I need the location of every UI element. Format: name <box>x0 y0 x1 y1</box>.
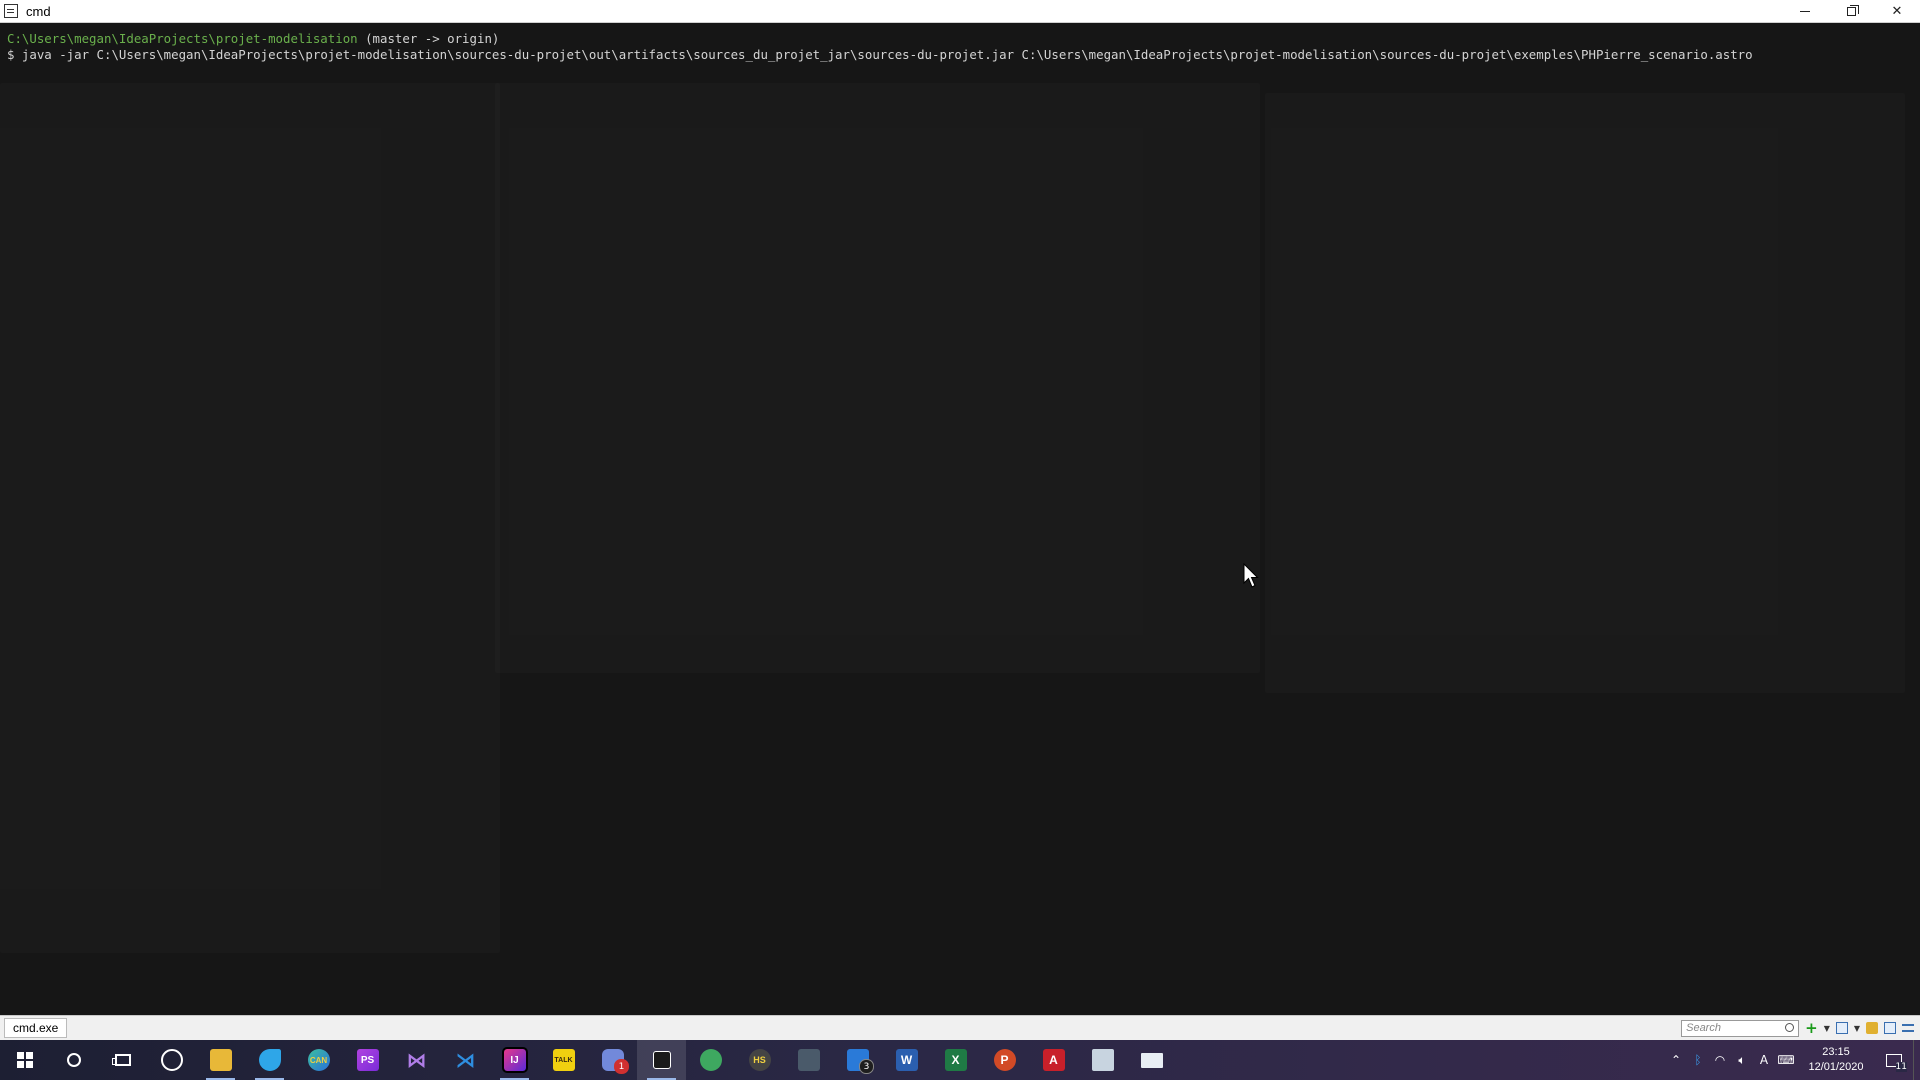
close-icon: ✕ <box>1891 3 1903 19</box>
system-tray: ⌃ ᛒ ◠ 🔈︎ A ⌨︎ 23:15 12/01/2020 11 <box>1665 1040 1920 1080</box>
search-icon <box>1785 1022 1795 1032</box>
chevron-down-icon[interactable]: ▼ <box>1824 1024 1830 1033</box>
taskbar-app-bird[interactable] <box>245 1040 294 1080</box>
prompt-path: C:\Users\megan\IdeaProjects\projet-model… <box>7 31 358 46</box>
bluetooth-icon[interactable]: ᛒ <box>1687 1040 1709 1080</box>
new-console-icon[interactable]: + <box>1805 1021 1818 1036</box>
clock-date: 12/01/2020 <box>1808 1061 1864 1073</box>
background-ghost-panel <box>1265 93 1905 693</box>
intellij-icon: IJ <box>501 1047 528 1073</box>
documents-badge: 3 <box>859 1059 874 1074</box>
menu-list-icon[interactable] <box>1902 1024 1914 1032</box>
powerpoint-icon: P <box>993 1049 1016 1071</box>
taskbar-cmd[interactable] <box>637 1040 686 1080</box>
tray-overflow-chevron-up-icon[interactable]: ⌃ <box>1665 1040 1687 1080</box>
taskbar-kakaotalk[interactable]: TALK <box>539 1040 588 1080</box>
taskbar-app-1[interactable] <box>147 1040 196 1080</box>
taskbar-network-app[interactable] <box>784 1040 833 1080</box>
terminal-icon <box>652 1051 671 1069</box>
taskbar-clock[interactable]: 23:15 12/01/2020 <box>1797 1045 1875 1075</box>
taskbar-phpstorm[interactable]: PS <box>343 1040 392 1080</box>
windows-logo-icon <box>16 1052 33 1068</box>
windows-taskbar: CAN PS ⋈ ⋊ IJ TALK 1 HS 3 W X P A ⌃ ᛒ ◠ … <box>0 1040 1920 1080</box>
action-center-button[interactable]: 11 <box>1875 1040 1913 1080</box>
volume-icon[interactable]: 🔈︎ <box>1731 1040 1753 1080</box>
restore-icon <box>1846 4 1859 16</box>
mouse-pointer-icon <box>1243 563 1259 588</box>
taskbar-window-app[interactable] <box>1078 1040 1127 1080</box>
folder-icon <box>209 1049 232 1071</box>
network-wifi-icon[interactable]: ◠ <box>1709 1040 1731 1080</box>
window-title: cmd <box>26 3 51 19</box>
minimize-button[interactable] <box>1782 0 1828 23</box>
chevron-down-icon[interactable]: ▼ <box>1854 1024 1860 1033</box>
taskbar-discord[interactable]: 1 <box>588 1040 637 1080</box>
search-placeholder: Search <box>1686 1022 1721 1034</box>
discord-badge: 1 <box>614 1059 629 1074</box>
background-ghost-panel <box>0 83 500 953</box>
keyboard-layout-icon[interactable]: ⌨︎ <box>1775 1040 1797 1080</box>
taskbar-monitor[interactable] <box>1127 1040 1176 1080</box>
taskbar-acrobat[interactable]: A <box>1029 1040 1078 1080</box>
visual-studio-icon: ⋈ <box>406 1048 427 1072</box>
taskbar-edge-canary[interactable]: CAN <box>294 1040 343 1080</box>
start-button[interactable] <box>0 1040 49 1080</box>
close-button[interactable]: ✕ <box>1874 0 1920 23</box>
taskbar-excel[interactable]: X <box>931 1040 980 1080</box>
bird-icon <box>258 1049 281 1071</box>
task-view-button[interactable] <box>98 1040 147 1080</box>
command-line: java -jar C:\Users\megan\IdeaProjects\pr… <box>21 47 1753 62</box>
task-view-icon <box>111 1054 131 1066</box>
minimize-icon <box>1800 10 1810 12</box>
hs-icon: HS <box>748 1049 771 1071</box>
taskbar-hs-app[interactable]: HS <box>735 1040 784 1080</box>
search-icon <box>66 1053 81 1067</box>
android-studio-icon <box>699 1049 722 1071</box>
terminal-output[interactable]: C:\Users\megan\IdeaProjects\projet-model… <box>0 23 1920 1015</box>
clock-time: 23:15 <box>1822 1046 1850 1058</box>
phpstorm-icon: PS <box>356 1049 379 1071</box>
statusbar-tools: Search + ▼ ▼ <box>1681 1019 1914 1037</box>
input-indicator[interactable]: A <box>1753 1040 1775 1080</box>
console-tab-cmd[interactable]: cmd.exe <box>4 1018 68 1038</box>
word-icon: W <box>895 1049 918 1071</box>
taskbar-file-explorer[interactable] <box>196 1040 245 1080</box>
taskbar-search-button[interactable] <box>49 1040 98 1080</box>
monitor-icon <box>1140 1052 1163 1068</box>
taskbar-intellij[interactable]: IJ <box>490 1040 539 1080</box>
notification-count: 11 <box>1895 1062 1907 1072</box>
taskbar-word[interactable]: W <box>882 1040 931 1080</box>
browser-swirl-icon <box>160 1049 183 1071</box>
taskbar-visual-studio[interactable]: ⋈ <box>392 1040 441 1080</box>
search-input[interactable]: Search <box>1681 1019 1800 1037</box>
background-ghost-panel <box>495 83 1260 673</box>
taskbar-powerpoint[interactable]: P <box>980 1040 1029 1080</box>
lock-icon[interactable] <box>1866 1022 1878 1034</box>
window-app-icon <box>1091 1049 1114 1071</box>
acrobat-icon: A <box>1042 1049 1065 1071</box>
show-desktop-button[interactable] <box>1913 1040 1920 1080</box>
taskbar-vscode[interactable]: ⋊ <box>441 1040 490 1080</box>
cmd-app-icon[interactable] <box>4 4 18 18</box>
window-titlebar[interactable]: cmd ✕ <box>0 0 1920 23</box>
taskbar-android-studio[interactable] <box>686 1040 735 1080</box>
terminal-text: C:\Users\megan\IdeaProjects\projet-model… <box>7 31 1920 63</box>
console-statusbar: cmd.exe Search + ▼ ▼ <box>0 1015 1920 1040</box>
edge-canary-icon: CAN <box>307 1049 330 1071</box>
prompt-branch: (master -> origin) <box>357 31 500 46</box>
vscode-icon: ⋊ <box>455 1048 476 1072</box>
excel-icon: X <box>944 1049 967 1071</box>
window-controls: ✕ <box>1782 0 1920 23</box>
network-app-icon <box>797 1049 820 1071</box>
restore-button[interactable] <box>1828 0 1874 23</box>
prompt-symbol: $ <box>7 47 22 62</box>
taskbar-documents[interactable]: 3 <box>833 1040 882 1080</box>
panel-icon[interactable] <box>1884 1022 1896 1034</box>
chat-talk-icon: TALK <box>552 1049 575 1071</box>
window-layout-icon[interactable] <box>1835 1022 1848 1034</box>
